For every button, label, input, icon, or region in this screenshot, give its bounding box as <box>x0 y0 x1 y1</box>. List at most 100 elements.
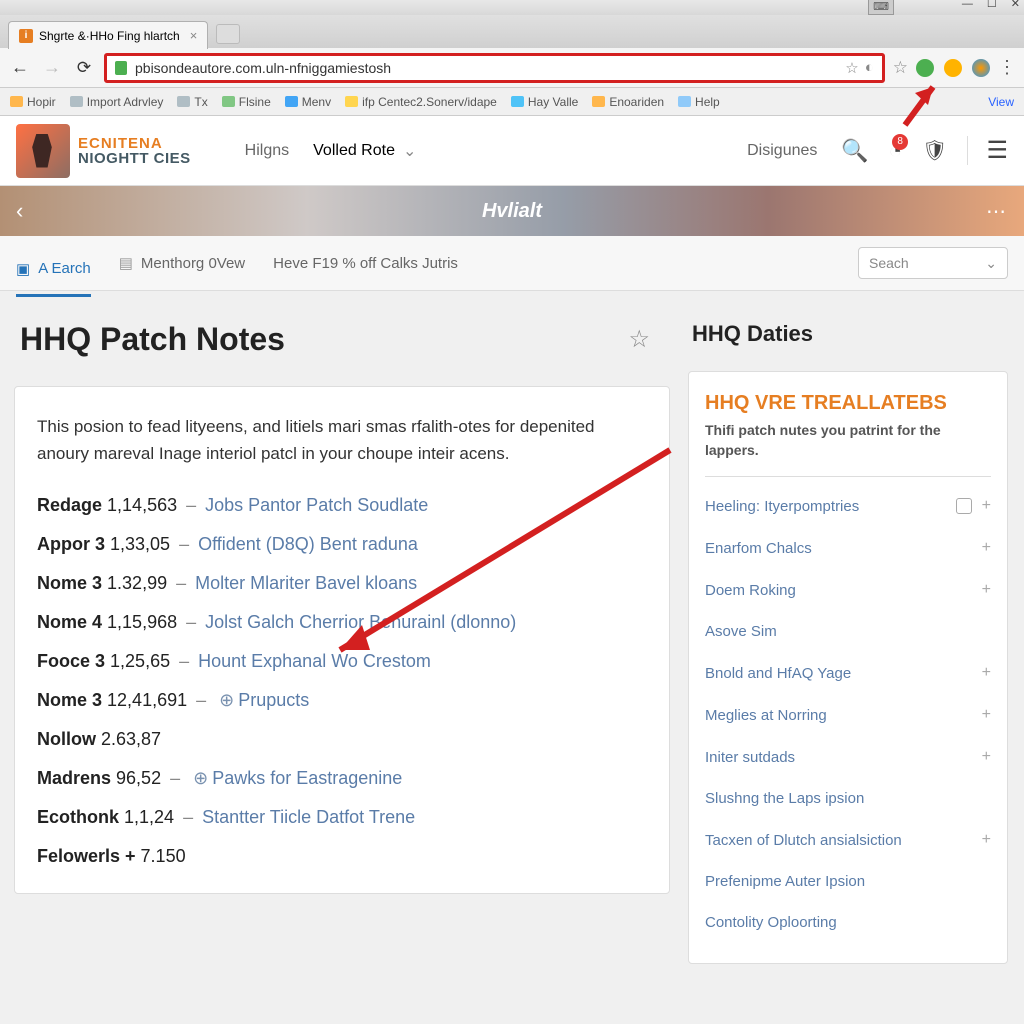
new-tab-button[interactable] <box>216 24 240 44</box>
banner-back-icon[interactable]: ‹ <box>16 198 23 224</box>
back-button[interactable]: ← <box>8 57 32 78</box>
forward-button[interactable]: → <box>40 57 64 78</box>
banner-more-icon[interactable]: ⋯ <box>986 199 1006 224</box>
patch-link[interactable]: Molter Mlariter Bavel kloans <box>195 573 417 593</box>
search-dropdown[interactable]: Seach ⌄ <box>858 247 1008 279</box>
tab-icon: ▣ <box>16 260 30 278</box>
search-icon[interactable]: 🔍 <box>841 138 868 164</box>
site-logo[interactable]: ECNITENA NIOGHTT CIES <box>16 124 191 178</box>
expand-plus-icon[interactable]: + <box>982 539 991 557</box>
subnav-label: Menthorg 0Vew <box>141 255 245 272</box>
nav-hilgns[interactable]: Hilgns <box>245 142 289 160</box>
patch-row: Nome 3 1.32,99 – Molter Mlariter Bavel k… <box>37 573 647 594</box>
browser-tab-active[interactable]: i Shgrte &·HHo Fing hlartch × <box>8 21 208 49</box>
bookmark-item[interactable]: Tx <box>177 95 207 109</box>
patch-row: Felowerls + 7.150 <box>37 846 647 867</box>
patch-link[interactable]: Jolst Galch Cherrior Benurainl (dlonno) <box>205 612 516 632</box>
window-controls: — ☐ ✕ <box>962 0 1020 10</box>
close-window-icon[interactable]: ✕ <box>1011 0 1020 10</box>
browser-menu-icon[interactable]: ⋮ <box>998 57 1016 78</box>
favorite-star-icon[interactable]: ☆ <box>628 325 650 354</box>
category-row[interactable]: Doem Roking + <box>705 569 991 611</box>
patch-link[interactable]: Stantter Tiicle Datfot Trene <box>202 807 415 827</box>
tab-icon: ▤ <box>119 254 133 272</box>
category-row[interactable]: Heeling: Ityerpomptries+ <box>705 485 991 527</box>
category-row[interactable]: Contolity Oploorting <box>705 902 991 943</box>
logo-text-1: ECNITENA <box>78 136 191 151</box>
site-header: ECNITENA NIOGHTT CIES Hilgns Volled Rote… <box>0 116 1024 186</box>
patch-label: Nome 3 <box>37 690 107 710</box>
category-link: Meglies at Norring <box>705 707 827 724</box>
bookmark-folder-icon <box>10 96 23 107</box>
address-toolbar: ← → ⟳ pbisondeautore.com.uln-nfniggamies… <box>0 48 1024 88</box>
close-tab-icon[interactable]: × <box>190 28 198 43</box>
patch-link[interactable]: Prupucts <box>238 690 309 710</box>
bookmark-label: Menv <box>302 95 331 109</box>
expand-plus-icon[interactable]: + <box>982 831 991 849</box>
bookmark-item[interactable]: Import Adrvley <box>70 95 164 109</box>
category-row[interactable]: Enarfom Chalcs+ <box>705 527 991 569</box>
extension-icon[interactable] <box>916 59 934 77</box>
expand-plus-icon[interactable]: + <box>982 581 991 599</box>
extension-icon[interactable] <box>972 59 990 77</box>
bookmark-item[interactable]: Flsine <box>222 95 271 109</box>
category-row[interactable]: Prefenipme Auter Ipsion <box>705 861 991 902</box>
patch-link[interactable]: Pawks for Eastragenine <box>212 768 402 788</box>
nav-volled-rote[interactable]: Volled Rote ⌄ <box>313 141 416 161</box>
bookmarks-bar: Hopir Import Adrvley Tx Flsine Menv ifp Cente… <box>0 88 1024 116</box>
expand-plus-icon[interactable]: + <box>982 497 991 515</box>
patch-row: Nollow 2.63,87 <box>37 729 647 750</box>
bookmark-label: Hay Valle <box>528 95 578 109</box>
patch-link[interactable]: Hount Exphanal Wo Crestom <box>198 651 431 671</box>
bookmark-item[interactable]: Menv <box>285 95 331 109</box>
category-row[interactable]: Initer sutdads+ <box>705 736 991 778</box>
patch-list: Redage 1,14,563 – Jobs Pantor Patch Soud… <box>37 495 647 867</box>
sidebar-box: HHQ VRE TREALLATEBS Thifi patch nutes yo… <box>688 371 1008 964</box>
sidebar-column: HHQ Daties HHQ VRE TREALLATEBS Thifi pat… <box>688 321 1008 964</box>
bookmark-item[interactable]: ifp Centec2.Sonerv/idape <box>345 95 497 109</box>
category-row[interactable]: Bnold and HfAQ Yage+ <box>705 652 991 694</box>
nav-disigunes[interactable]: Disigunes <box>747 142 817 160</box>
chevron-down-icon: ⌄ <box>403 141 416 161</box>
bookmark-item[interactable]: Enoariden <box>592 95 664 109</box>
address-bar[interactable]: pbisondeautore.com.uln-nfniggamiestosh ☆… <box>104 53 885 83</box>
menu-hamburger-icon[interactable]: ☰ <box>967 136 1008 165</box>
window-titlebar: ⌨ — ☐ ✕ <box>0 0 1024 15</box>
category-link: Prefenipme Auter Ipsion <box>705 873 865 890</box>
patch-notes-box: This posion to fead lityeens, and litiel… <box>14 386 670 894</box>
subnav: ▣ A Earch ▤ Menthorg 0Vew Heve F19 % off… <box>0 236 1024 291</box>
bookmark-star-icon[interactable]: ☆ <box>845 59 858 77</box>
bookmark-item[interactable]: Hopir <box>10 95 56 109</box>
notifications-icon[interactable]: ◔ 8 <box>889 138 902 164</box>
subnav-tab-heve[interactable]: Heve F19 % off Calks Jutris <box>273 255 458 272</box>
patch-label: Fooce 3 <box>37 651 110 671</box>
bookmark-label: Flsine <box>239 95 271 109</box>
category-row[interactable]: Slushng the Laps ipsion <box>705 778 991 819</box>
bookmark-item[interactable]: Help <box>678 95 720 109</box>
category-row[interactable]: Asove Sim <box>705 611 991 652</box>
expand-plus-icon[interactable]: + <box>982 748 991 766</box>
expand-plus-icon[interactable]: + <box>982 664 991 682</box>
bookmark-button-icon[interactable]: ☆ <box>893 58 908 78</box>
subnav-tab-menthorg[interactable]: ▤ Menthorg 0Vew <box>119 254 245 272</box>
maximize-icon[interactable]: ☐ <box>987 0 997 10</box>
expand-plus-icon[interactable]: + <box>982 706 991 724</box>
reader-icon[interactable]: ◐ <box>865 59 874 77</box>
bookmark-label: Enoariden <box>609 95 664 109</box>
intro-paragraph: This posion to fead lityeens, and litiel… <box>37 413 647 467</box>
reload-button[interactable]: ⟳ <box>72 58 96 78</box>
category-row[interactable]: Tacxen of Dlutch ansialsiction+ <box>705 819 991 861</box>
view-link[interactable]: View <box>988 95 1014 109</box>
bookmark-folder-icon <box>592 96 605 107</box>
patch-link[interactable]: Offident (D8Q) Bent raduna <box>198 534 418 554</box>
patch-link[interactable]: Jobs Pantor Patch Soudlate <box>205 495 428 515</box>
bookmark-item[interactable]: Hay Valle <box>511 95 578 109</box>
subnav-tab-aearch[interactable]: ▣ A Earch <box>16 247 91 297</box>
minimize-icon[interactable]: — <box>962 0 973 10</box>
patch-row: Ecothonk 1,1,24 – Stantter Tiicle Datfot… <box>37 807 647 828</box>
shield-icon[interactable]: 🛡 <box>922 138 947 163</box>
category-row[interactable]: Meglies at Norring + <box>705 694 991 736</box>
extension-icon[interactable] <box>944 59 962 77</box>
patch-version: 1,15,968 <box>107 612 177 632</box>
category-link: Doem Roking <box>705 582 796 599</box>
